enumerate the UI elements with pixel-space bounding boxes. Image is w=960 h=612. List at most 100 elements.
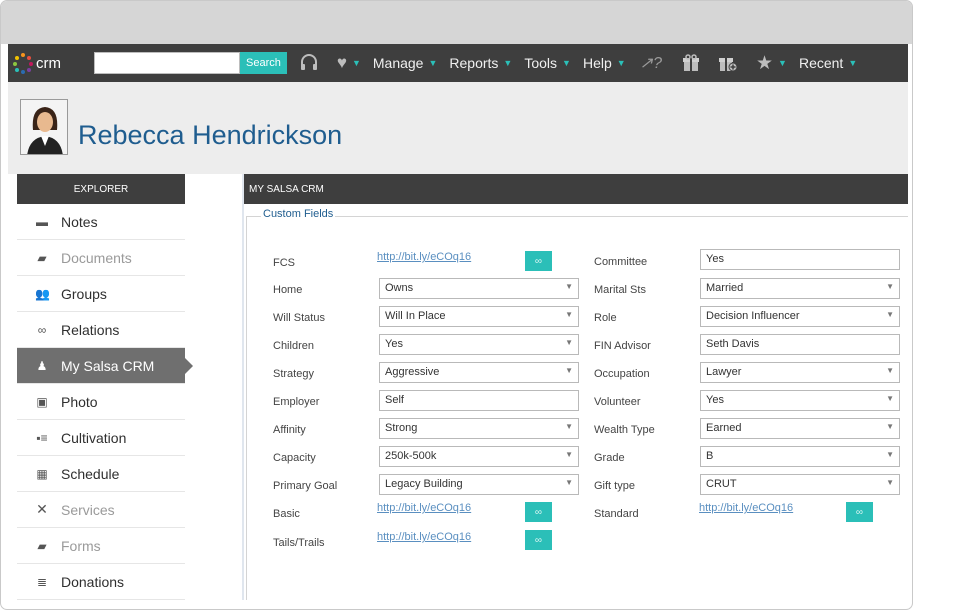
menu-help-label: Help — [582, 55, 612, 71]
affinity-value: Strong — [385, 422, 418, 434]
fin-advisor-field[interactable]: Seth Davis — [700, 334, 900, 355]
sidebar-item-groups[interactable]: 👥 Groups — [17, 276, 185, 312]
capacity-value: 250k-500k — [385, 450, 437, 462]
fieldset-legend: Custom Fields — [261, 208, 336, 220]
menu-reports[interactable]: Reports ▼ — [449, 55, 512, 71]
sidebar-item-label: Cultivation — [61, 429, 127, 446]
notes-icon: ▬ — [36, 214, 48, 229]
capacity-select[interactable]: 250k-500k ▼ — [379, 446, 579, 467]
field-label-strategy: Strategy — [273, 368, 314, 380]
caret-down-icon: ▼ — [503, 58, 513, 68]
menu-tools-label: Tools — [524, 55, 558, 71]
menu-help[interactable]: Help ▼ — [583, 55, 626, 71]
user-add-icon: ♟ — [36, 358, 48, 373]
tails-trails-link[interactable]: http://bit.ly/eCOq16 — [377, 531, 471, 543]
sidebar-item-forms[interactable]: ▰ Forms — [17, 528, 185, 564]
dropdown-arrow-icon: ▼ — [565, 450, 573, 459]
sidebar-item-label: Services — [61, 501, 115, 518]
basic-link-button[interactable]: ∞ — [525, 502, 552, 522]
top-navigation-bar: crm Search ♥ ▼ Manage ▼ Reports ▼ Tools ▼ He… — [8, 44, 908, 82]
sidebar-item-services[interactable]: ✕ Services — [17, 492, 185, 528]
sidebar-item-donations[interactable]: ≣ Donations — [17, 564, 185, 600]
dropdown-arrow-icon: ▼ — [565, 478, 573, 487]
sidebar-item-my-salsa-crm[interactable]: ♟ My Salsa CRM — [17, 348, 193, 384]
children-value: Yes — [385, 338, 403, 350]
dropdown-arrow-icon: ▼ — [886, 366, 894, 375]
sidebar-item-label: My Salsa CRM — [61, 357, 155, 374]
menu-tools[interactable]: Tools ▼ — [524, 55, 571, 71]
primary-goal-select[interactable]: Legacy Building ▼ — [379, 474, 579, 495]
wealth-type-select[interactable]: Earned ▼ — [700, 418, 900, 439]
link-icon: ∞ — [37, 322, 47, 337]
sidebar-item-photo[interactable]: ▣ Photo — [17, 384, 185, 420]
search-input[interactable] — [94, 52, 240, 74]
basic-link[interactable]: http://bit.ly/eCOq16 — [377, 502, 471, 514]
my-salsa-crm-panel: MY SALSA CRM Custom Fields FCS http://bi… — [242, 174, 908, 600]
standard-link[interactable]: http://bit.ly/eCOq16 — [699, 502, 793, 514]
calendar-icon: ▦ — [36, 466, 48, 481]
grade-value: B — [706, 450, 714, 462]
gift-add-icon[interactable] — [718, 54, 738, 72]
caret-down-icon: ▼ — [616, 58, 626, 68]
field-label-gift-type: Gift type — [594, 480, 635, 492]
avatar[interactable] — [20, 99, 68, 155]
gift-type-select[interactable]: CRUT ▼ — [700, 474, 900, 495]
sidebar-item-notes[interactable]: ▬ Notes — [17, 204, 185, 240]
menu-manage[interactable]: Manage ▼ — [373, 55, 438, 71]
volunteer-select[interactable]: Yes ▼ — [700, 390, 900, 411]
field-label-basic: Basic — [273, 508, 300, 520]
groups-icon: 👥 — [35, 286, 50, 301]
field-label-employer: Employer — [273, 396, 320, 408]
children-select[interactable]: Yes ▼ — [379, 334, 579, 355]
field-label-fin-advisor: FIN Advisor — [594, 340, 651, 352]
home-select[interactable]: Owns ▼ — [379, 278, 579, 299]
star-icon[interactable]: ★ ▼ — [756, 52, 787, 75]
caret-down-icon: ▼ — [848, 58, 858, 68]
heart-icon[interactable]: ♥ ▼ — [337, 53, 361, 73]
tails-trails-link-button[interactable]: ∞ — [525, 530, 552, 550]
fcs-link-button[interactable]: ∞ — [525, 251, 552, 271]
occupation-select[interactable]: Lawyer ▼ — [700, 362, 900, 383]
photo-icon: ▣ — [36, 394, 48, 409]
search-button[interactable]: Search — [240, 52, 287, 74]
donations-icon: ≣ — [36, 574, 48, 589]
menu-recent[interactable]: Recent ▼ — [799, 55, 857, 71]
strategy-select[interactable]: Aggressive ▼ — [379, 362, 579, 383]
sidebar-header: EXPLORER — [17, 174, 185, 204]
will-status-select[interactable]: Will In Place ▼ — [379, 306, 579, 327]
fcs-link[interactable]: http://bit.ly/eCOq16 — [377, 251, 471, 263]
employer-field[interactable]: Self — [379, 390, 579, 411]
committee-field[interactable]: Yes — [700, 249, 900, 270]
affinity-select[interactable]: Strong ▼ — [379, 418, 579, 439]
strategy-value: Aggressive — [385, 366, 440, 378]
dropdown-arrow-icon: ▼ — [565, 422, 573, 431]
role-select[interactable]: Decision Influencer ▼ — [700, 306, 900, 327]
field-label-primary-goal: Primary Goal — [273, 480, 338, 492]
question-icon[interactable]: ↗? — [640, 53, 662, 73]
sidebar-item-cultivation[interactable]: ▪≡ Cultivation — [17, 420, 185, 456]
sidebar-item-documents[interactable]: ▰ Documents — [17, 240, 185, 276]
tools-icon: ✕ — [36, 501, 48, 517]
standard-link-button[interactable]: ∞ — [846, 502, 873, 522]
marital-sts-select[interactable]: Married ▼ — [700, 278, 900, 299]
dropdown-arrow-icon: ▼ — [565, 282, 573, 291]
field-label-committee: Committee — [594, 256, 648, 268]
occupation-value: Lawyer — [706, 366, 742, 378]
field-label-role: Role — [594, 312, 617, 324]
field-label-standard: Standard — [594, 508, 639, 520]
grade-select[interactable]: B ▼ — [700, 446, 900, 467]
home-value: Owns — [385, 282, 414, 294]
sidebar-item-label: Groups — [61, 285, 107, 302]
role-value: Decision Influencer — [706, 310, 800, 322]
sidebar-item-relations[interactable]: ∞ Relations — [17, 312, 185, 348]
sidebar-item-label: Relations — [61, 321, 120, 338]
gift-icon[interactable] — [682, 54, 700, 72]
dropdown-arrow-icon: ▼ — [886, 282, 894, 291]
field-label-home: Home — [273, 284, 303, 296]
sidebar-item-label: Notes — [61, 213, 98, 230]
sidebar-item-schedule[interactable]: ▦ Schedule — [17, 456, 185, 492]
will-status-value: Will In Place — [385, 310, 446, 322]
crm-logo[interactable]: crm — [12, 52, 90, 74]
field-label-wealth-type: Wealth Type — [594, 424, 655, 436]
headset-icon[interactable] — [299, 54, 319, 72]
